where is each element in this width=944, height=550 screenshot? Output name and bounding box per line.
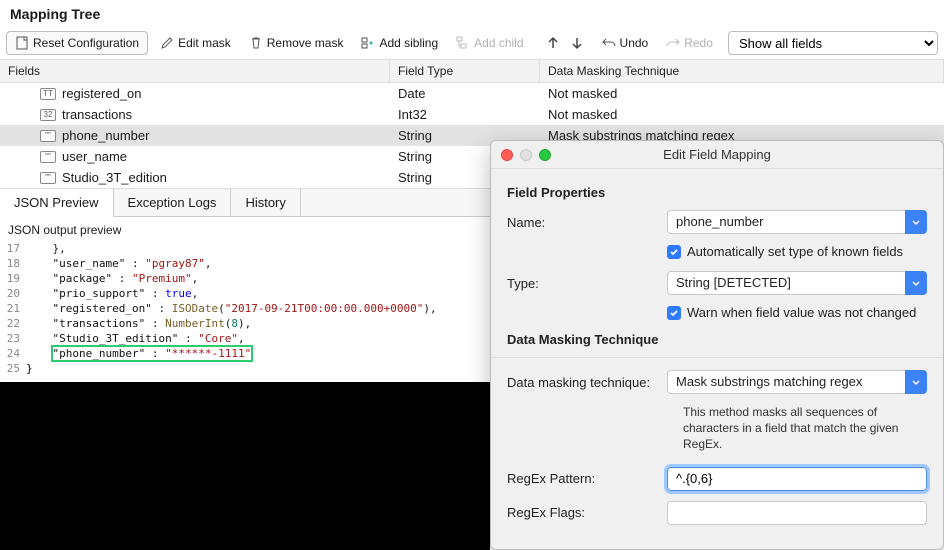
pencil-icon	[160, 36, 174, 50]
add-sibling-button[interactable]: Add sibling	[355, 32, 444, 54]
remove-mask-button[interactable]: Remove mask	[243, 32, 350, 54]
add-sibling-icon	[361, 36, 375, 50]
redo-label: Redo	[684, 36, 713, 50]
reset-label: Reset Configuration	[33, 36, 139, 50]
field-mask: Not masked	[540, 105, 944, 124]
edit-mask-button[interactable]: Edit mask	[154, 32, 237, 54]
panel-title: Mapping Tree	[0, 0, 944, 27]
minimize-icon	[520, 149, 532, 161]
add-child-label: Add child	[474, 36, 523, 50]
document-icon	[15, 36, 29, 50]
dmt-description: This method masks all sequences of chara…	[683, 404, 927, 453]
name-value: phone_number	[667, 210, 927, 234]
field-name: registered_on	[62, 86, 142, 101]
field-properties-heading: Field Properties	[507, 185, 927, 200]
undo-button[interactable]: Undo	[596, 32, 655, 54]
col-fields[interactable]: Fields	[0, 60, 390, 82]
type-label: Type:	[507, 276, 667, 291]
dropdown-caret-icon[interactable]	[905, 370, 927, 394]
field-icon: 32	[40, 109, 56, 121]
move-up-button[interactable]	[542, 32, 564, 54]
regex-flags-label: RegEx Flags:	[507, 505, 667, 520]
field-icon: ""	[40, 172, 56, 184]
name-label: Name:	[507, 215, 667, 230]
field-icon: TT	[40, 88, 56, 100]
undo-icon	[602, 36, 616, 50]
edit-mask-label: Edit mask	[178, 36, 231, 50]
field-icon: ""	[40, 130, 56, 142]
dialog-titlebar[interactable]: Edit Field Mapping	[491, 141, 943, 169]
black-area	[0, 382, 490, 550]
show-fields-dropdown[interactable]: Show all fields	[728, 31, 938, 55]
table-row[interactable]: TT registered_on Date Not masked	[0, 83, 944, 104]
tab-history[interactable]: History	[231, 189, 300, 216]
name-input[interactable]: phone_number	[667, 210, 927, 234]
maximize-icon[interactable]	[539, 149, 551, 161]
dropdown-caret-icon[interactable]	[905, 271, 927, 295]
warn-label: Warn when field value was not changed	[687, 305, 916, 320]
close-icon[interactable]	[501, 149, 513, 161]
dialog-title: Edit Field Mapping	[491, 147, 943, 162]
col-type[interactable]: Field Type	[390, 60, 540, 82]
type-value: String [DETECTED]	[667, 271, 927, 295]
type-select[interactable]: String [DETECTED]	[667, 271, 927, 295]
dmt-label: Data masking technique:	[507, 375, 667, 390]
auto-set-type-checkbox[interactable]	[667, 245, 681, 259]
tab-exception-logs[interactable]: Exception Logs	[114, 189, 232, 216]
warn-checkbox[interactable]	[667, 306, 681, 320]
auto-set-label: Automatically set type of known fields	[687, 244, 903, 259]
regex-pattern-label: RegEx Pattern:	[507, 471, 667, 486]
regex-pattern-input[interactable]	[667, 467, 927, 491]
redo-icon	[666, 36, 680, 50]
table-row[interactable]: 32 transactions Int32 Not masked	[0, 104, 944, 125]
move-down-button[interactable]	[566, 32, 588, 54]
field-type: Int32	[390, 105, 540, 124]
add-child-icon	[456, 36, 470, 50]
reset-config-button[interactable]: Reset Configuration	[6, 31, 148, 55]
undo-label: Undo	[620, 36, 649, 50]
toolbar: Reset Configuration Edit mask Remove mas…	[0, 27, 944, 59]
tab-json-preview[interactable]: JSON Preview	[0, 189, 114, 217]
col-mask[interactable]: Data Masking Technique	[540, 60, 944, 82]
field-name: phone_number	[62, 128, 149, 143]
dmt-select[interactable]: Mask substrings matching regex	[667, 370, 927, 394]
dropdown-caret-icon[interactable]	[905, 210, 927, 234]
masking-technique-heading: Data Masking Technique	[507, 332, 927, 347]
add-sibling-label: Add sibling	[379, 36, 438, 50]
redo-button: Redo	[660, 32, 719, 54]
trash-icon	[249, 36, 263, 50]
field-name: user_name	[62, 149, 127, 164]
field-name: Studio_3T_edition	[62, 170, 167, 185]
dmt-value: Mask substrings matching regex	[667, 370, 927, 394]
add-child-button: Add child	[450, 32, 529, 54]
field-mask: Not masked	[540, 84, 944, 103]
field-name: transactions	[62, 107, 132, 122]
window-controls	[501, 149, 551, 161]
table-header: Fields Field Type Data Masking Technique	[0, 60, 944, 83]
remove-mask-label: Remove mask	[267, 36, 344, 50]
field-icon: ""	[40, 151, 56, 163]
edit-field-mapping-dialog: Edit Field Mapping Field Properties Name…	[490, 140, 944, 550]
field-type: Date	[390, 84, 540, 103]
regex-flags-input[interactable]	[667, 501, 927, 525]
